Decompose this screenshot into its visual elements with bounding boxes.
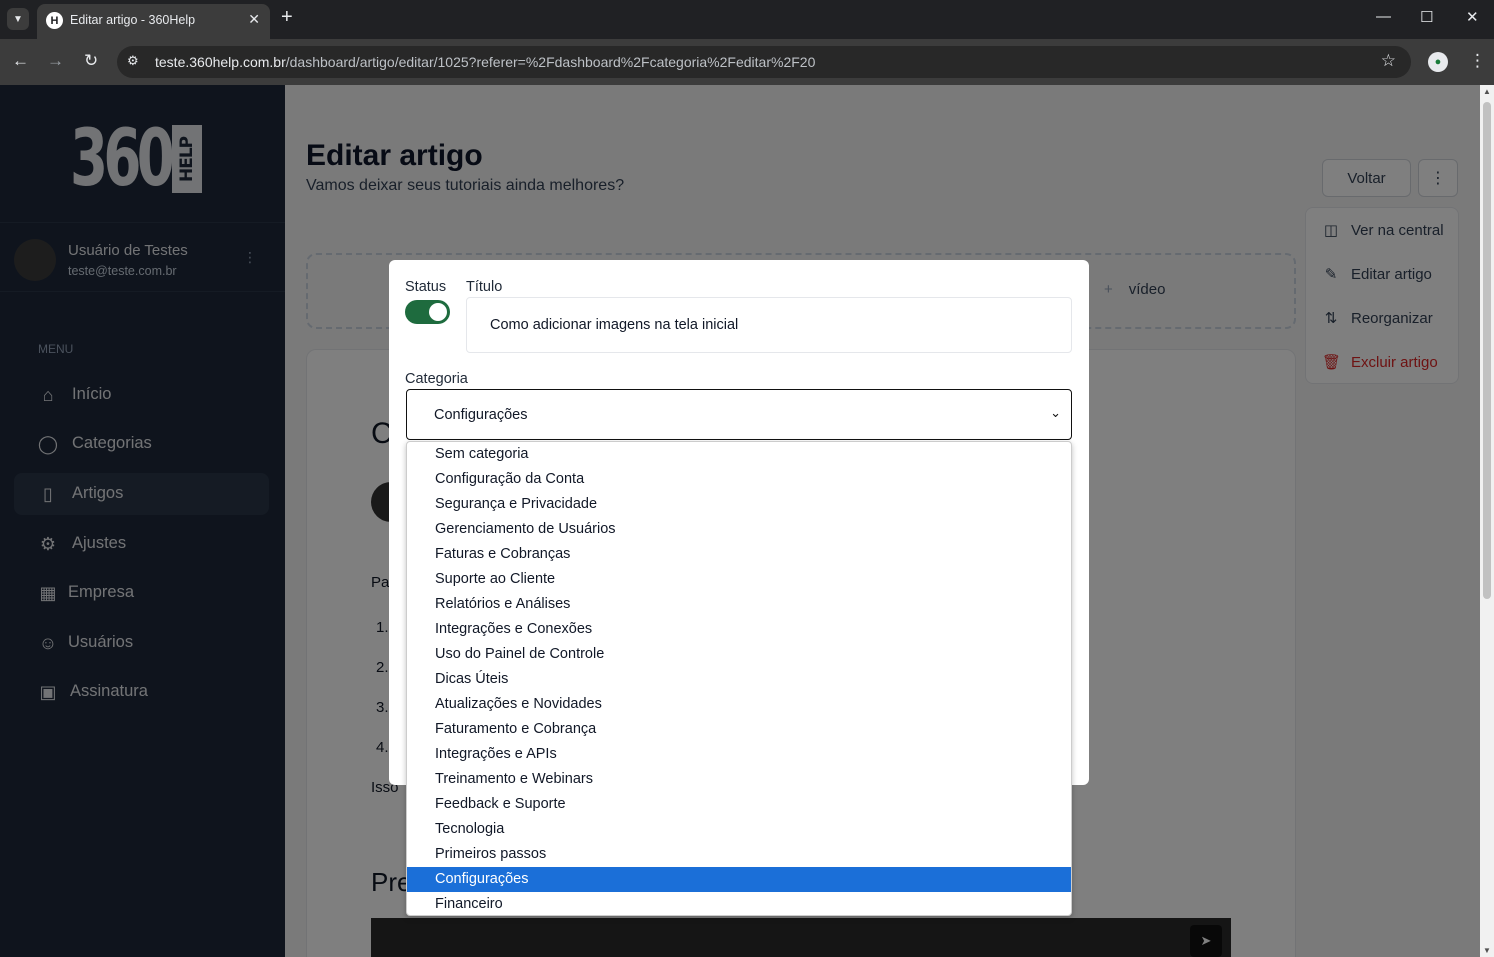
- maximize-icon[interactable]: ☐: [1420, 8, 1433, 26]
- url-text[interactable]: teste.360help.com.br/dashboard/artigo/ed…: [155, 54, 815, 70]
- category-option[interactable]: Gerenciamento de Usuários: [407, 517, 1071, 542]
- address-bar[interactable]: ⚙ teste.360help.com.br/dashboard/artigo/…: [117, 46, 1411, 78]
- page-scrollbar[interactable]: ▲ ▼: [1480, 85, 1494, 957]
- minimize-icon[interactable]: —: [1376, 8, 1391, 25]
- category-option[interactable]: Integrações e APIs: [407, 742, 1071, 767]
- category-option[interactable]: Uso do Painel de Controle: [407, 642, 1071, 667]
- category-option[interactable]: Financeiro: [407, 892, 1071, 917]
- category-options-list: Sem categoria Configuração da Conta Segura…: [406, 441, 1072, 916]
- status-toggle[interactable]: [405, 300, 450, 324]
- category-select[interactable]: Configurações ⌄: [406, 389, 1072, 440]
- browser-tabstrip: ▼ H Editar artigo - 360Help ✕ + — ☐ ✕: [0, 0, 1494, 39]
- chevron-down-icon: ⌄: [1050, 405, 1061, 420]
- scroll-up-icon[interactable]: ▲: [1483, 87, 1491, 96]
- browser-menu-icon[interactable]: ⋮: [1469, 51, 1486, 71]
- browser-toolbar: ← → ↻ ⚙ teste.360help.com.br/dashboard/a…: [0, 39, 1494, 85]
- category-option[interactable]: Integrações e Conexões: [407, 617, 1071, 642]
- app-page: 360 HELP Usuário de Testes teste@teste.c…: [0, 85, 1494, 957]
- category-option[interactable]: Faturamento e Cobrança: [407, 717, 1071, 742]
- category-option[interactable]: Primeiros passos: [407, 842, 1071, 867]
- tab-title: Editar artigo - 360Help: [70, 13, 196, 27]
- reload-icon[interactable]: ↻: [84, 51, 98, 71]
- title-label: Título: [466, 279, 503, 295]
- new-tab-icon[interactable]: +: [281, 6, 293, 29]
- url-path: /dashboard/artigo/editar/1025?referer=%2…: [285, 54, 816, 70]
- scrollbar-thumb[interactable]: [1483, 102, 1491, 599]
- site-settings-icon[interactable]: ⚙: [127, 53, 139, 69]
- category-option[interactable]: Suporte ao Cliente: [407, 567, 1071, 592]
- scroll-down-icon[interactable]: ▼: [1483, 946, 1491, 955]
- category-selected-value: Configurações: [434, 407, 528, 423]
- category-option[interactable]: Atualizações e Novidades: [407, 692, 1071, 717]
- category-option[interactable]: Configurações: [407, 867, 1071, 892]
- bookmark-star-icon[interactable]: ☆: [1381, 51, 1396, 71]
- status-label: Status: [405, 279, 447, 295]
- tab-close-icon[interactable]: ✕: [248, 11, 260, 28]
- category-option[interactable]: Segurança e Privacidade: [407, 492, 1071, 517]
- category-option[interactable]: Tecnologia: [407, 817, 1071, 842]
- tab-search-icon[interactable]: ▼: [7, 8, 29, 30]
- category-option[interactable]: Treinamento e Webinars: [407, 767, 1071, 792]
- title-input[interactable]: [466, 297, 1072, 353]
- category-option[interactable]: Dicas Úteis: [407, 667, 1071, 692]
- forward-arrow-icon[interactable]: →: [47, 51, 64, 71]
- toggle-knob: [429, 303, 447, 321]
- category-option[interactable]: Sem categoria: [407, 442, 1071, 467]
- url-host: teste.360help.com.br: [155, 54, 286, 70]
- category-option[interactable]: Relatórios e Análises: [407, 592, 1071, 617]
- browser-tab[interactable]: H Editar artigo - 360Help ✕: [37, 4, 270, 39]
- back-arrow-icon[interactable]: ←: [12, 51, 29, 71]
- profile-avatar-icon[interactable]: ●: [1428, 52, 1448, 72]
- favicon-icon: H: [46, 12, 63, 29]
- category-option[interactable]: Feedback e Suporte: [407, 792, 1071, 817]
- window-close-icon[interactable]: ✕: [1466, 8, 1479, 26]
- category-option[interactable]: Faturas e Cobranças: [407, 542, 1071, 567]
- category-option[interactable]: Configuração da Conta: [407, 467, 1071, 492]
- category-label: Categoria: [405, 371, 468, 387]
